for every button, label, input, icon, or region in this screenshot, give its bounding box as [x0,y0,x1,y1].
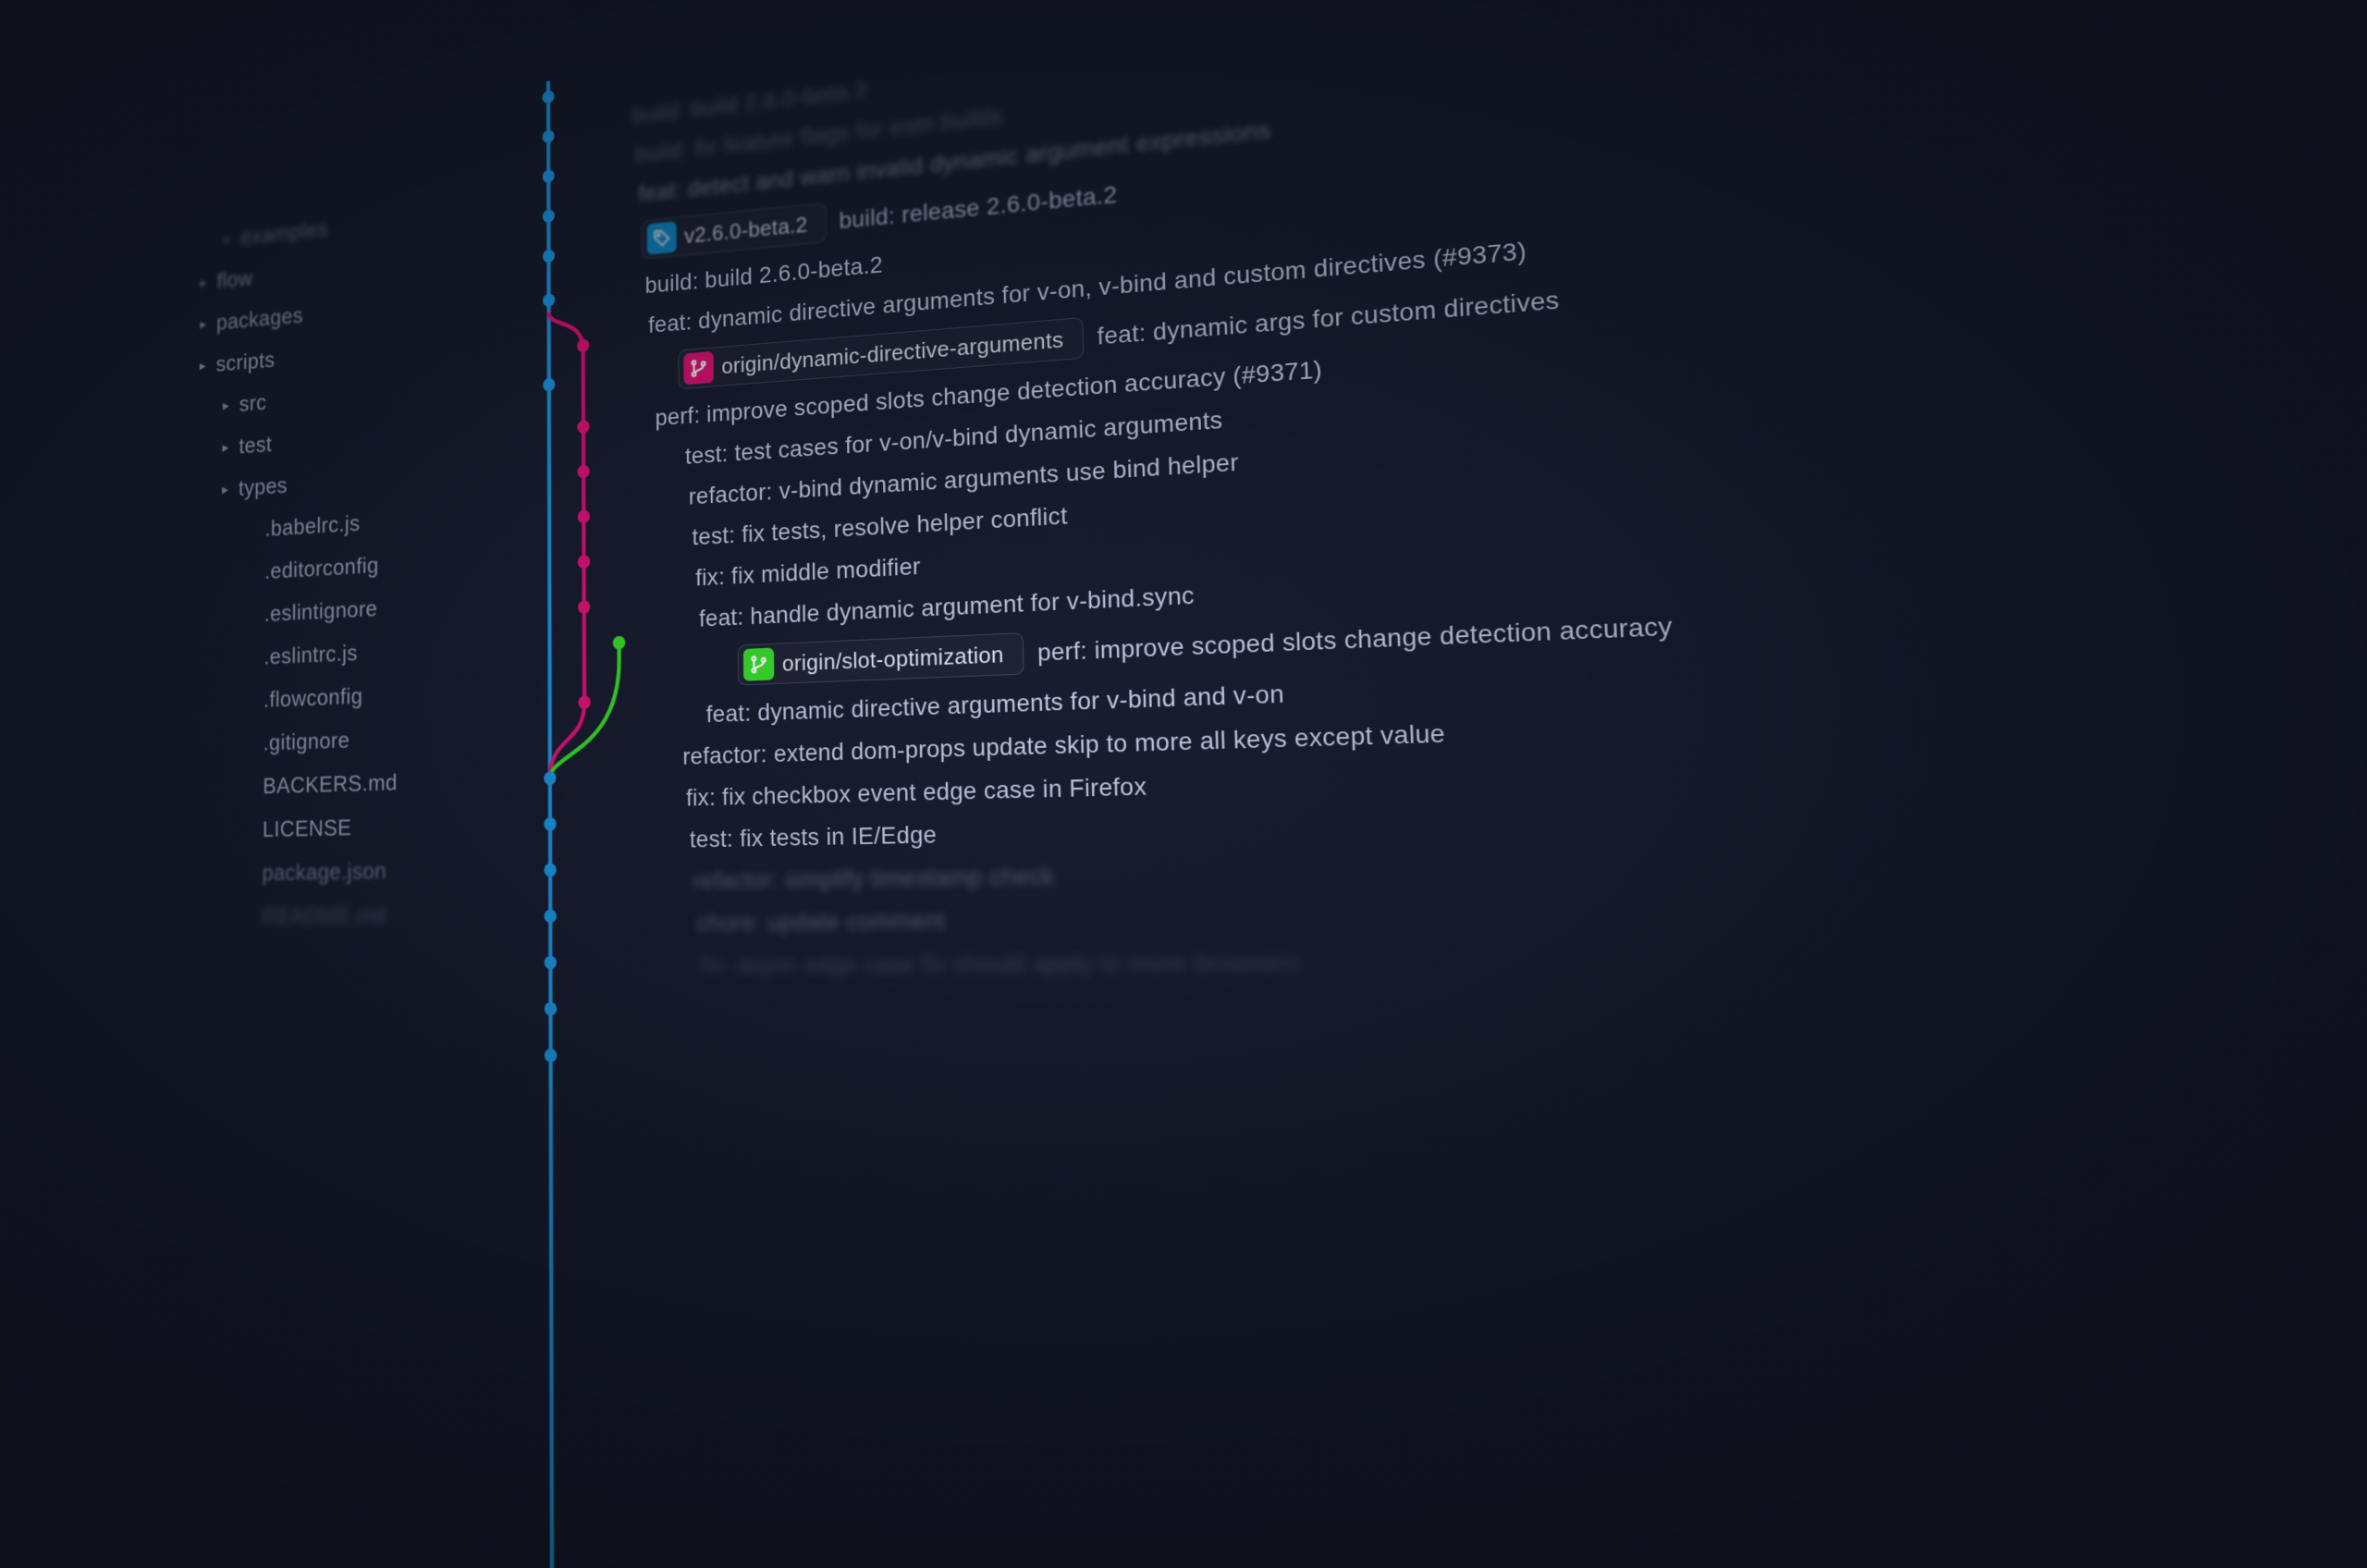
tag-chip[interactable]: v2.6.0-beta.2 [642,202,827,260]
tree-item-label: packages [216,302,303,335]
chevron-right-icon: ▸ [221,397,231,413]
commit-message: test: fix tests, resolve helper conflict [692,502,1067,551]
tree-item-label: LICENSE [263,815,352,842]
tag-icon [647,221,677,254]
commit-message: build: build 2.6.0-beta.2 [645,251,884,300]
commit-row[interactable]: fix: async edge case fix should apply to… [700,941,2367,979]
commit-message: fix: fix checkbox event edge case in Fir… [686,772,1147,812]
tree-item[interactable]: .eslintrc.js [178,631,482,676]
tree-item-label: test [239,432,272,459]
tree-item-label: BACKERS.md [263,769,398,799]
chip-label: origin/slot-optimization [782,641,1004,677]
chevron-right-icon: ▸ [199,274,209,290]
tree-item[interactable]: README.md [176,898,482,934]
chevron-right-icon: ▸ [198,357,208,374]
tree-item-label: .editorconfig [264,552,379,583]
commit-message: build: release 2.6.0-beta.2 [839,181,1117,235]
git-branch-icon [743,648,775,681]
commit-message: refactor: simplify timestamp check [693,862,1055,895]
git-branch-icon [683,351,714,385]
chevron-right-icon: ▸ [199,315,209,332]
tree-item-label: .babelrc.js [264,510,360,542]
commit-log-panel: build: build 2.6.0-beta.3build: fix feat… [482,0,2367,1568]
tree-item-label: examples [240,216,327,250]
tree-item-label: .eslintignore [264,595,378,627]
tree-item[interactable]: .editorconfig [179,543,482,592]
commit-message: chore: update comment [696,907,945,937]
tree-item[interactable]: .babelrc.js [179,499,482,550]
chevron-right-icon [246,615,256,616]
tree-item-label: scripts [216,347,276,376]
commit-row[interactable]: origin/slot-optimization perf: improve sc… [676,568,2367,688]
tree-item[interactable]: .eslintignore [178,587,482,634]
file-tree-sidebar: ▸ examples ▸ flow ▸ packages ▸ scripts ▸ src ▸ test… [169,120,482,1522]
tree-item-label: .flowconfig [264,683,362,713]
tree-item[interactable]: ▸ types [180,456,482,508]
chevron-right-icon [200,195,209,196]
commit-message: perf: improve scoped slots change detect… [1037,612,1674,668]
tree-item[interactable]: .gitignore [178,719,482,762]
tree-item-label: .gitignore [264,728,350,756]
commit-message: test: fix tests in IE/Edge [690,821,938,853]
tree-item[interactable]: BACKERS.md [177,764,482,804]
chevron-right-icon [246,572,256,573]
tree-item-label: .eslintrc.js [264,640,358,669]
tree-item-label: flow [216,265,252,293]
tree-item-label: README.md [262,902,386,930]
chevron-right-icon [223,209,232,210]
chevron-right-icon [247,530,257,531]
tree-item[interactable]: package.json [176,853,482,891]
chip-label: v2.6.0-beta.2 [684,212,808,249]
commit-message: fix: async edge case fix should apply to… [700,949,1301,979]
tree-item-label: package.json [262,858,386,886]
chevron-right-icon: ▸ [220,481,230,497]
tree-item[interactable]: .flowconfig [178,675,482,719]
tree-item[interactable]: LICENSE [177,808,482,847]
commit-message: feat: handle dynamic argument for v-bind… [699,582,1195,632]
commit-message: feat: dynamic directive arguments for v-… [706,680,1285,728]
commit-message: fix: fix middle modifier [695,553,921,592]
tree-item-label: src [239,390,267,417]
commit-message: refactor: extend dom-props update skip t… [682,719,1445,770]
branch-chip[interactable]: origin/slot-optimization [738,632,1024,685]
chevron-right-icon: ▸ [223,230,233,247]
tree-item-label: types [239,472,288,501]
chevron-right-icon [201,162,210,163]
chevron-right-icon [200,178,209,179]
chip-label: origin/dynamic-directive-arguments [721,326,1063,379]
chevron-right-icon: ▸ [221,439,231,456]
commit-row[interactable]: chore: update comment [696,889,2367,937]
